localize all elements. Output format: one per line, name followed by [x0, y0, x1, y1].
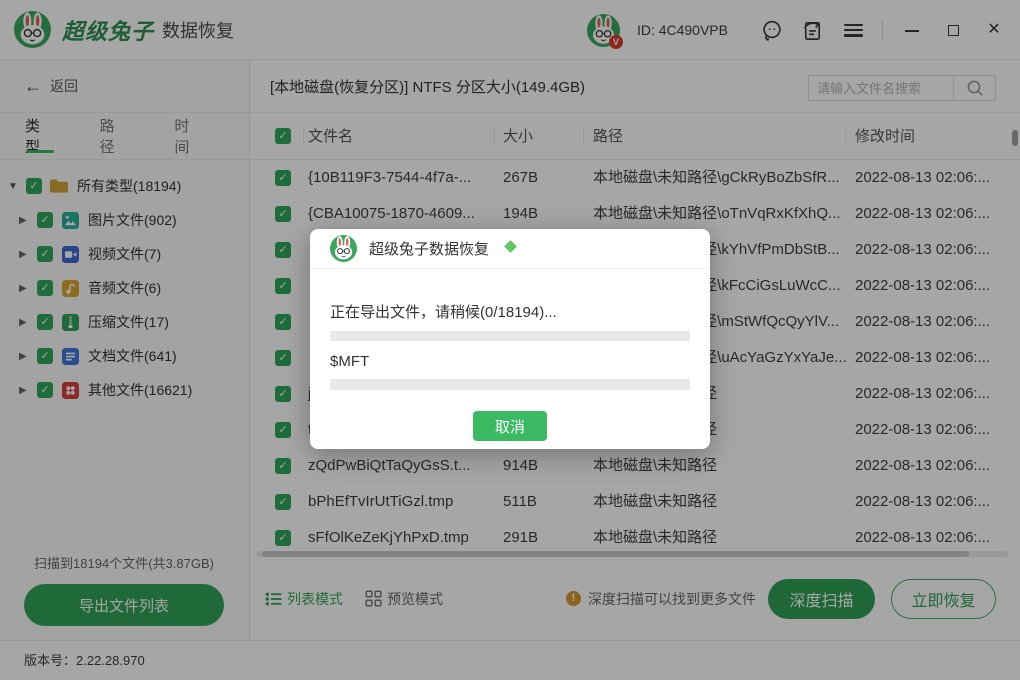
- export-status-text: 正在导出文件，请稍候(0/18194)...: [330, 301, 690, 322]
- diamond-decoration-icon: [504, 240, 517, 253]
- current-file-name: $MFT: [330, 353, 690, 370]
- dialog-title: 超级兔子数据恢复: [369, 238, 489, 259]
- cancel-button[interactable]: 取消: [473, 411, 547, 441]
- file-progress-bar: [330, 379, 690, 390]
- export-progress-dialog: 超级兔子数据恢复 正在导出文件，请稍候(0/18194)... $MFT 取消: [310, 229, 710, 449]
- dialog-body: 正在导出文件，请稍候(0/18194)... $MFT 取消: [310, 301, 710, 441]
- dialog-header: 超级兔子数据恢复: [310, 229, 710, 269]
- app-window: 超级兔子 数据恢复 V ID: 4C490VPB: [0, 0, 1020, 680]
- dialog-rabbit-logo-icon: [330, 235, 357, 262]
- total-progress-bar: [330, 331, 690, 341]
